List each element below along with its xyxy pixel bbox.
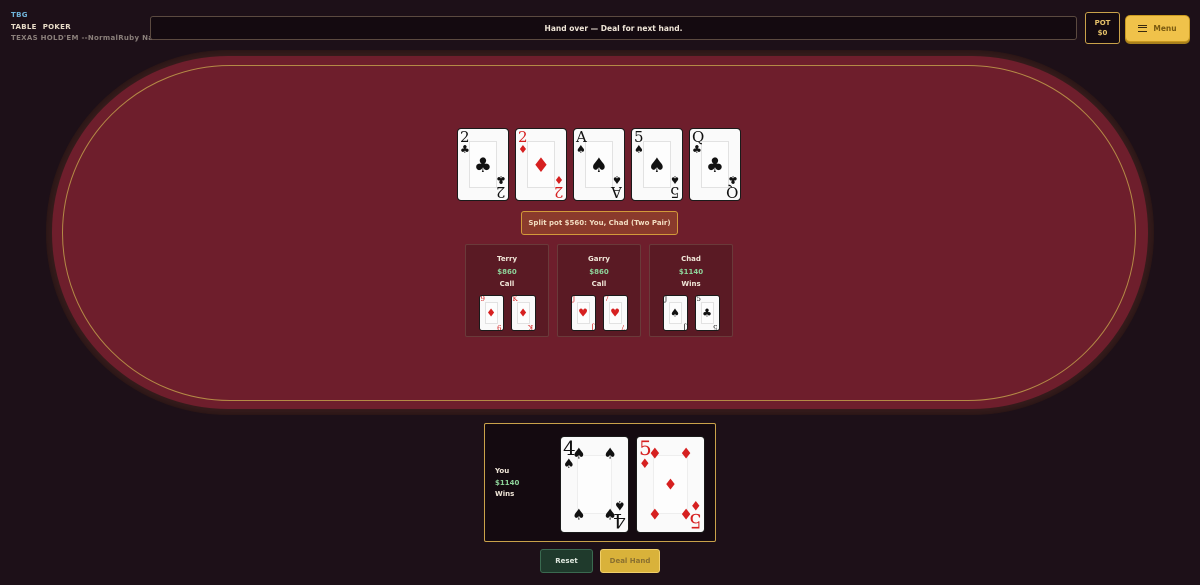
suit-icon: ♦ — [648, 444, 662, 463]
card-rank: 9 — [497, 323, 502, 331]
suit-icon: ♠ — [648, 152, 666, 177]
card-rank: 7 — [621, 323, 626, 331]
seat-action: Wins — [681, 280, 701, 288]
hamburger-icon — [1138, 25, 1148, 32]
pot-label: POT — [1094, 19, 1111, 27]
suit-icon: ♦ — [486, 306, 496, 320]
card-rank: Q — [725, 183, 738, 201]
suit-icon: ♦ — [532, 152, 550, 177]
suit-icon: ♦ — [648, 505, 662, 524]
brand-title: TABLE POKER — [11, 22, 160, 34]
brand-title-a: TABLE — [11, 22, 37, 31]
suit-icon: ♦ — [518, 143, 528, 156]
player-panel: You $1140 Wins 4 4 ♠ ♠ ♠ ♠ ♠ ♠ 5 5 ♦ ♦ ♦ ♦ ♦ ♦ ♦ — [484, 423, 716, 542]
suit-icon: ♠ — [572, 444, 586, 463]
suit-icon: ♣ — [692, 143, 702, 156]
playing-card: 2 2 ♣ ♣ ♣ — [457, 128, 509, 201]
suit-icon: ♠ — [634, 143, 644, 156]
card-rank: K — [528, 323, 534, 331]
seat-garry: Garry $860 Call J J ♥ 7 7 ♥ — [557, 244, 641, 337]
seat-action: Call — [499, 280, 515, 288]
player-chips: $1140 — [495, 478, 520, 487]
player-action: Wins — [495, 490, 515, 498]
playing-card: 5 5 ♦ ♦ ♦ ♦ ♦ ♦ ♦ — [636, 436, 705, 533]
suit-icon: ♦ — [518, 306, 528, 320]
card-rank: J — [682, 323, 686, 331]
playing-card: 5 5 ♣ — [694, 295, 720, 331]
card-rank: K — [512, 295, 518, 303]
card-rank: 7 — [604, 295, 609, 303]
seat-chad: Chad $1140 Wins J J ♠ 5 5 ♣ — [649, 244, 733, 337]
suit-icon: ♠ — [670, 173, 680, 186]
pot-display: POT $0 — [1085, 12, 1120, 44]
suit-icon: ♦ — [554, 173, 564, 186]
suit-icon: ♣ — [460, 143, 470, 156]
suit-icon: ♣ — [728, 173, 738, 186]
suit-icon: ♠ — [590, 152, 608, 177]
card-rank: J — [664, 295, 668, 303]
suit-icon: ♣ — [702, 306, 712, 320]
card-rank: J — [572, 295, 576, 303]
card-rank: 5 — [696, 295, 701, 303]
community-cards: 2 2 ♣ ♣ ♣ 2 2 ♦ ♦ ♦ A A ♠ ♠ ♠ 5 5 ♠ ♠ ♠ Q Q ♣ ♣ ♣ — [457, 128, 741, 201]
suit-icon: ♠ — [603, 444, 617, 463]
status-bar: Hand over — Deal for next hand. — [150, 16, 1077, 40]
seat-chips: $860 — [497, 267, 517, 276]
playing-card: J J ♠ — [662, 295, 688, 331]
playing-card: 5 5 ♠ ♠ ♠ — [631, 128, 683, 201]
seat-name: Chad — [681, 255, 701, 263]
card-rank: 2 — [554, 183, 564, 201]
suit-icon: ♠ — [603, 505, 617, 524]
playing-card: 7 7 ♥ — [602, 295, 628, 331]
card-pips: ♠ ♠ ♠ ♠ — [572, 446, 617, 521]
player-name: You — [495, 467, 510, 475]
suit-icon: ♥ — [610, 306, 620, 320]
result-banner: Split pot $560: You, Chad (Two Pair) — [521, 211, 678, 235]
seat-chips: $860 — [589, 267, 609, 276]
card-pips: ♦ ♦ ♦ ♦ ♦ — [648, 446, 693, 521]
reset-button[interactable]: Reset — [540, 549, 593, 573]
suit-icon: ♠ — [572, 505, 586, 524]
pot-value: $0 — [1097, 29, 1108, 37]
suit-icon: ♣ — [496, 173, 506, 186]
playing-card: K K ♦ — [510, 295, 536, 331]
brand-title-b: POKER — [42, 22, 71, 31]
playing-card: 2 2 ♦ ♦ ♦ — [515, 128, 567, 201]
suit-icon: ♠ — [576, 143, 586, 156]
suit-icon: ♣ — [706, 152, 724, 177]
card-rank: J — [590, 323, 594, 331]
brand-code: TBG — [11, 11, 28, 19]
seat-chips: $1140 — [678, 267, 704, 276]
playing-card: J J ♥ — [570, 295, 596, 331]
playing-card: 4 4 ♠ ♠ ♠ ♠ ♠ ♠ — [560, 436, 629, 533]
card-rank: 9 — [480, 295, 485, 303]
card-rank: 5 — [713, 323, 718, 331]
playing-card: A A ♠ ♠ ♠ — [573, 128, 625, 201]
card-rank: 2 — [496, 183, 506, 201]
playing-card: Q Q ♣ ♣ ♣ — [689, 128, 741, 201]
brand: TBG TABLE POKER TEXAS HOLD'EM --NormalRub… — [11, 10, 160, 45]
seat-name: Terry — [496, 255, 518, 263]
menu-label: Menu — [1153, 24, 1177, 33]
suit-icon: ♦ — [663, 475, 678, 493]
menu-button[interactable]: Menu — [1125, 15, 1190, 42]
seat-cards: J J ♠ 5 5 ♣ — [650, 295, 732, 331]
deal-hand-button[interactable]: Deal Hand — [600, 549, 660, 573]
suit-icon: ♦ — [679, 505, 693, 524]
seat-cards: 9 9 ♦ K K ♦ — [466, 295, 548, 331]
game-mode: TEXAS HOLD'EM --NormalRuby Nair — [11, 34, 160, 42]
seat-terry: Terry $860 Call 9 9 ♦ K K ♦ — [465, 244, 549, 337]
suit-icon: ♦ — [679, 444, 693, 463]
suit-icon: ♣ — [474, 152, 492, 177]
card-rank: 5 — [670, 183, 680, 201]
suit-icon: ♠ — [670, 306, 680, 320]
seat-name: Garry — [588, 255, 610, 263]
seat-action: Call — [591, 280, 607, 288]
seat-cards: J J ♥ 7 7 ♥ — [558, 295, 640, 331]
card-rank: A — [611, 183, 622, 201]
playing-card: 9 9 ♦ — [478, 295, 504, 331]
suit-icon: ♠ — [612, 173, 622, 186]
suit-icon: ♥ — [578, 306, 588, 320]
